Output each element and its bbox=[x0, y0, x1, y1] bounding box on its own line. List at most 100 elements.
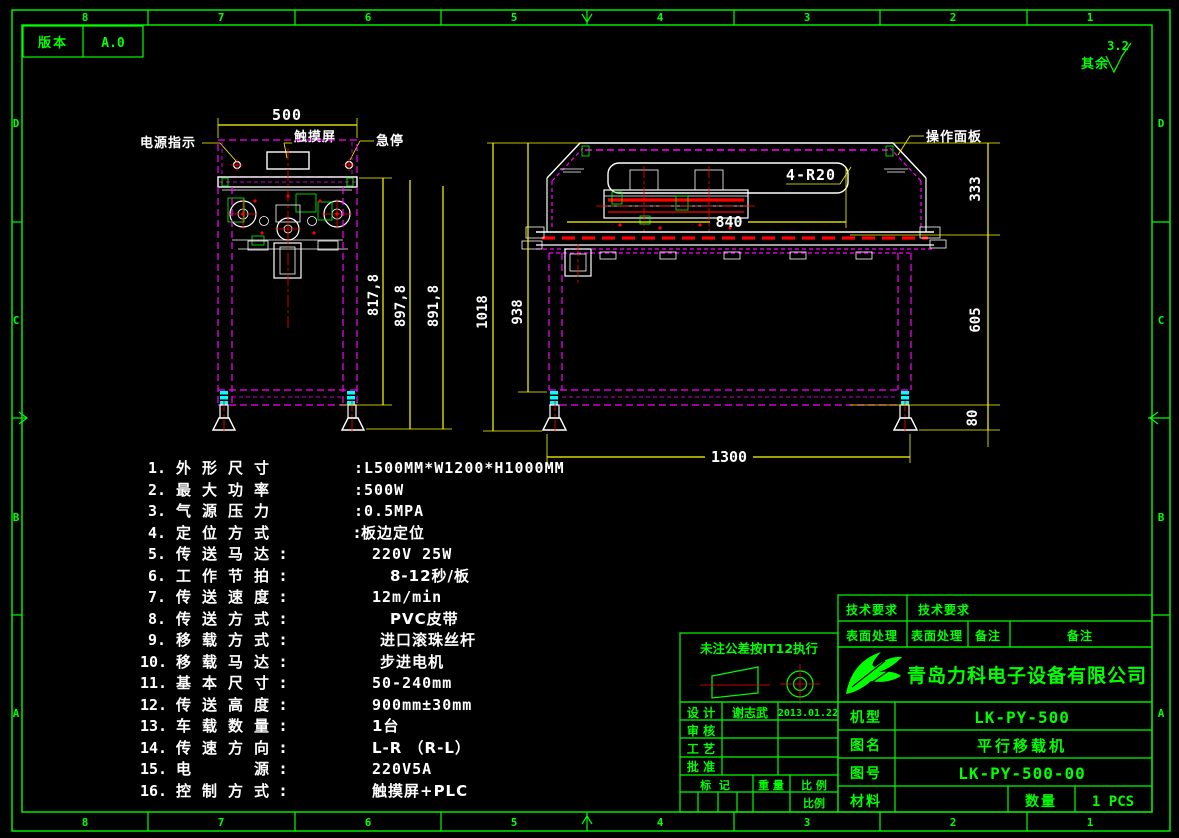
remark-label: 备注 bbox=[974, 628, 1001, 643]
zone-top: 4 bbox=[657, 11, 664, 24]
zone-top: 3 bbox=[804, 11, 811, 24]
version-label: 版本 bbox=[38, 35, 68, 51]
roughness-note: 其余 3.2 bbox=[1081, 39, 1131, 72]
spec-value: 触摸屏+PLC bbox=[372, 782, 468, 800]
left-center-mark bbox=[12, 412, 27, 424]
label-estop: 急停 bbox=[376, 133, 404, 149]
zone-right: C bbox=[1158, 314, 1165, 327]
spec-label: 传速方向: bbox=[175, 739, 297, 757]
dim-height-total: 1018 bbox=[475, 295, 491, 329]
spec-value: 220V5A bbox=[372, 760, 432, 778]
zone-bottom: 7 bbox=[218, 816, 225, 829]
side-view: 4-R20 bbox=[475, 129, 1000, 466]
zone-left: A bbox=[13, 707, 20, 720]
tech-req-label: 技术要求 bbox=[846, 602, 898, 617]
zone-bottom: 1 bbox=[1087, 816, 1094, 829]
bottom-center-mark bbox=[582, 812, 592, 831]
spec-label: 传送马达: bbox=[175, 545, 297, 563]
front-frame bbox=[218, 187, 357, 405]
spec-value: PVC皮带 bbox=[390, 610, 459, 628]
tech-req-value: 技术要求 bbox=[918, 602, 970, 617]
side-top-outline bbox=[547, 143, 926, 178]
spec-value: :L500MM*W1200*H1000MM bbox=[354, 459, 565, 477]
zone-top: 8 bbox=[82, 11, 89, 24]
spec-num: 12. bbox=[140, 696, 167, 714]
dim-1300-group: 1300 bbox=[547, 434, 910, 466]
version-value: A.0 bbox=[101, 36, 125, 51]
label-operation-panel: 操作面板 bbox=[926, 129, 982, 145]
spec-label: 车载数量: bbox=[176, 717, 297, 735]
spec-value: 900mm±30mm bbox=[372, 696, 472, 714]
label-touchscreen: 触摸屏 bbox=[293, 129, 336, 145]
zone-top: 2 bbox=[950, 11, 957, 24]
spec-label: 控制方式: bbox=[176, 782, 297, 800]
zone-right: A bbox=[1158, 707, 1165, 720]
spec-num: 3. bbox=[148, 502, 166, 520]
qty-label: 数量 bbox=[1025, 793, 1057, 810]
spec-value: 步进电机 bbox=[380, 653, 444, 671]
zone-left: B bbox=[13, 511, 20, 524]
zone-right: D bbox=[1158, 117, 1165, 130]
company-logo bbox=[846, 652, 902, 694]
spec-num: 14. bbox=[140, 739, 167, 757]
drawing-no-value: LK-PY-500-00 bbox=[958, 764, 1086, 783]
spec-num: 11. bbox=[140, 674, 167, 692]
dim-top: 333 bbox=[968, 176, 984, 201]
dim-mid: 605 bbox=[968, 307, 984, 332]
estop-button bbox=[343, 159, 355, 171]
front-view: 500 电源指示 触摸屏 急停 bbox=[140, 106, 452, 434]
side-left-dims: 1018 938 bbox=[475, 143, 583, 431]
spec-label: 移载马达: bbox=[176, 653, 297, 671]
spec-label: 气源压力 bbox=[175, 502, 280, 520]
cad-drawing: 8 7 6 5 4 3 2 1 8 7 6 5 4 3 2 1 D C B A … bbox=[0, 0, 1179, 838]
zone-left: C bbox=[13, 314, 20, 327]
scale-value: 比例 bbox=[803, 796, 825, 810]
design-date: 2013.01.22 bbox=[778, 708, 838, 719]
zone-top: 7 bbox=[218, 11, 225, 24]
dim-width-1300: 1300 bbox=[711, 448, 747, 466]
designer-name: 谢志武 bbox=[732, 705, 768, 720]
spec-num: 9. bbox=[148, 631, 166, 649]
top-center-mark bbox=[582, 10, 592, 25]
label-power-indicator: 电源指示 bbox=[140, 135, 196, 151]
spec-value: 12m/min bbox=[372, 588, 442, 606]
spec-value: 50-240mm bbox=[372, 674, 452, 692]
spec-label: 电 源: bbox=[176, 760, 297, 778]
spec-label: 传送高度: bbox=[175, 696, 297, 714]
power-indicator-lamp bbox=[231, 159, 243, 171]
dim-foot: 80 bbox=[965, 410, 981, 427]
spec-value: 进口滚珠丝杆 bbox=[380, 631, 476, 649]
side-motor bbox=[565, 244, 591, 284]
spec-label: 工作节拍: bbox=[176, 567, 297, 585]
drawing-name-value: 平行移载机 bbox=[977, 737, 1067, 755]
front-mechanism bbox=[222, 148, 352, 330]
spec-label: 定位方式 bbox=[176, 524, 280, 542]
zone-bottom: 8 bbox=[82, 816, 89, 829]
dim-front-width: 500 bbox=[272, 106, 302, 124]
dim-front-h3: 891,8 bbox=[426, 285, 442, 327]
spec-num: 16. bbox=[140, 782, 167, 800]
surface-value: 表面处理 bbox=[910, 628, 963, 643]
remark-value: 备注 bbox=[1066, 628, 1093, 643]
qty-value: 1 PCS bbox=[1092, 794, 1134, 810]
zone-bottom: 5 bbox=[511, 816, 518, 829]
spec-label: 基本尺寸: bbox=[175, 674, 297, 692]
spec-num: 1. bbox=[148, 459, 166, 477]
material-label: 材料 bbox=[850, 793, 882, 810]
spec-label: 移载方式: bbox=[176, 631, 297, 649]
zone-top: 1 bbox=[1087, 11, 1094, 24]
spec-num: 13. bbox=[140, 717, 167, 735]
cad-canvas: 8 7 6 5 4 3 2 1 8 7 6 5 4 3 2 1 D C B A … bbox=[0, 0, 1179, 838]
front-table-band bbox=[218, 177, 357, 187]
spec-value: :0.5MPA bbox=[354, 502, 424, 520]
scale-label: 比 例 bbox=[801, 778, 827, 792]
drawing-no-label: 图号 bbox=[850, 766, 882, 782]
zone-left: D bbox=[13, 117, 20, 130]
process-label: 工 艺 bbox=[687, 741, 715, 756]
side-frame bbox=[549, 253, 911, 405]
zone-top: 6 bbox=[365, 11, 372, 24]
spec-num: 7. bbox=[148, 588, 166, 606]
drawing-name-label: 图名 bbox=[850, 737, 882, 754]
zone-bottom: 3 bbox=[804, 816, 811, 829]
dim-height-frame: 938 bbox=[510, 299, 526, 324]
